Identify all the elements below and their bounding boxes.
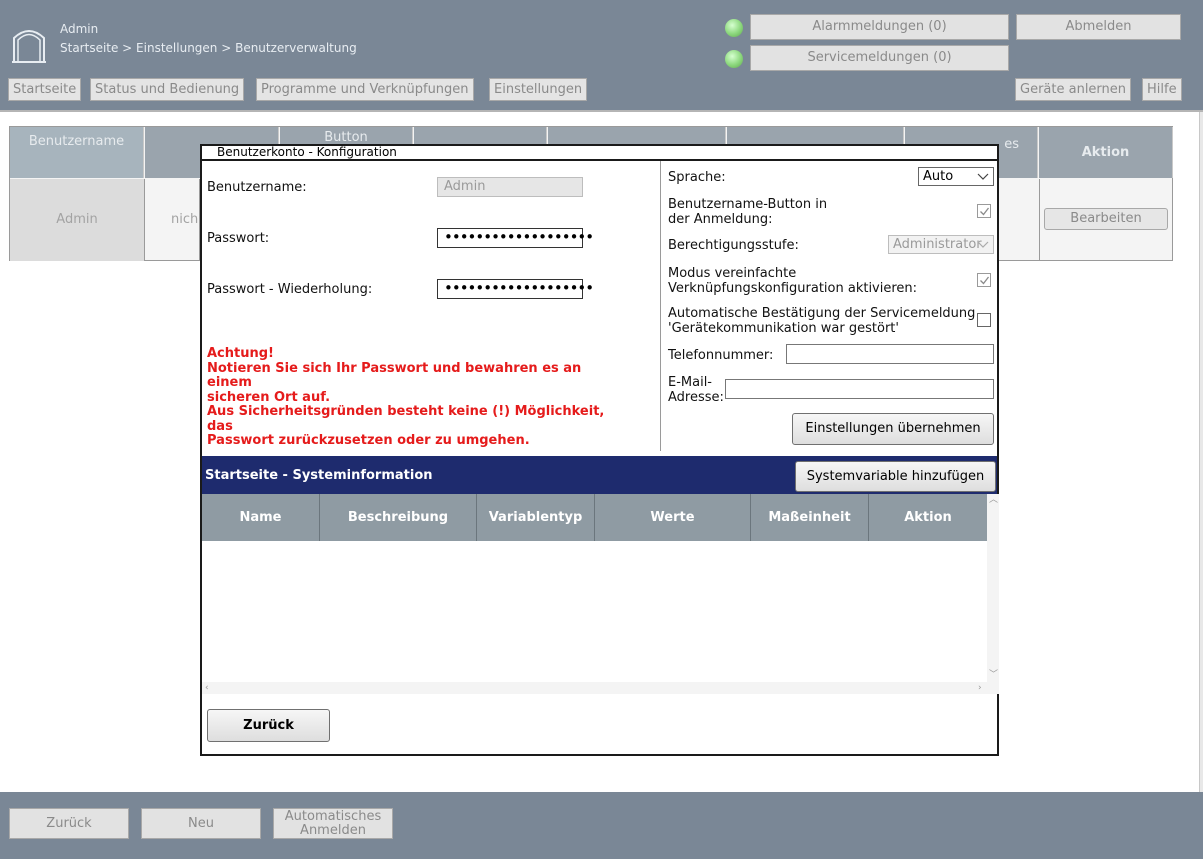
email-label: E-Mail- Adresse:	[668, 375, 724, 405]
service-status-led	[725, 50, 743, 68]
username-button-label: Benutzername-Button in der Anmeldung:	[668, 197, 827, 227]
language-label: Sprache:	[668, 170, 726, 185]
column-values[interactable]: Werte	[595, 494, 751, 541]
column-name[interactable]: Name	[202, 494, 320, 541]
sysinfo-title: Startseite - Systeminformation	[205, 468, 433, 483]
nav-help[interactable]: Hilfe	[1142, 78, 1182, 101]
alarm-status-led	[725, 19, 743, 37]
permission-label: Berechtigungsstufe:	[668, 238, 799, 253]
username-field: Admin	[437, 177, 583, 197]
warning-line: Aus Sicherheitsgründen besteht keine (!)…	[207, 404, 605, 434]
email-label-line: Adresse:	[668, 390, 724, 405]
scroll-right-icon[interactable]: ›	[978, 683, 982, 693]
auto-confirm-label-line: 'Gerätekommunikation war gestört'	[668, 321, 899, 336]
warning-line: sicheren Ort auf.	[207, 389, 331, 405]
simple-mode-label-line: Modus vereinfachte	[668, 266, 797, 281]
nav-einstellungen[interactable]: Einstellungen	[489, 78, 588, 101]
password-repeat-label: Passwort - Wiederholung:	[207, 282, 373, 297]
edit-user-button[interactable]: Bearbeiten	[1044, 208, 1168, 230]
service-messages-button[interactable]: Servicemeldungen (0)	[750, 45, 1009, 71]
password-field[interactable]: •••••••••••••••••••	[437, 228, 594, 248]
check-icon	[980, 276, 990, 285]
nav-programme[interactable]: Programme und Verknüpfungen	[256, 78, 474, 101]
sysvar-grid: Name Beschreibung Variablentyp Werte Maß…	[202, 494, 999, 694]
language-value: Auto	[923, 169, 954, 184]
alarm-messages-button[interactable]: Alarmmeldungen (0)	[750, 14, 1009, 40]
password-repeat-field[interactable]: •••••••••••••••••••	[437, 279, 594, 299]
warning-line: Notieren Sie sich Ihr Passwort und bewah…	[207, 360, 582, 390]
username-button-label-line: der Anmeldung:	[668, 212, 773, 227]
dialog-title: Benutzerkonto - Konfiguration	[202, 146, 997, 161]
user-row-action-divider	[1039, 179, 1040, 261]
user-account-config-dialog: Benutzerkonto - Konfiguration Benutzerna…	[200, 144, 999, 756]
user-table-header-username[interactable]: Benutzername	[10, 127, 144, 178]
current-user: Admin	[60, 22, 99, 36]
user-row-username: Admin	[10, 179, 145, 261]
grid-vertical-scrollbar[interactable]: ︿ ﹀	[987, 494, 999, 694]
auto-confirm-label: Automatische Bestätigung der Servicemeld…	[668, 306, 975, 336]
email-field[interactable]	[725, 379, 994, 399]
check-icon	[980, 207, 990, 216]
password-warning: Achtung! Notieren Sie sich Ihr Passwort …	[207, 346, 627, 449]
username-label: Benutzername:	[207, 180, 307, 195]
simple-mode-label: Modus vereinfachte Verknüpfungskonfigura…	[668, 266, 917, 296]
apply-settings-button[interactable]: Einstellungen übernehmen	[792, 413, 994, 445]
password-label: Passwort:	[207, 231, 270, 246]
scroll-down-icon[interactable]: ﹀	[989, 670, 998, 680]
scroll-left-icon[interactable]: ‹	[205, 683, 209, 693]
nav-learn-devices[interactable]: Geräte anlernen	[1015, 78, 1132, 101]
dialog-back-button[interactable]: Zurück	[207, 709, 330, 742]
header-bar: Admin Startseite > Einstellungen > Benut…	[0, 0, 1203, 112]
sysinfo-bar: Startseite - Systeminformation Systemvar…	[202, 456, 997, 494]
footer-back-button[interactable]: Zurück	[9, 808, 129, 839]
footer-auto-login-button[interactable]: Automatisches Anmelden	[273, 808, 393, 839]
user-row-col2: nich	[145, 179, 200, 261]
nav-startseite[interactable]: Startseite	[8, 78, 82, 101]
breadcrumb: Startseite > Einstellungen > Benutzerver…	[60, 41, 357, 55]
language-select[interactable]: Auto	[918, 167, 994, 186]
nav-status-bedienung[interactable]: Status und Bedienung	[90, 78, 245, 101]
footer-bar: Zurück Neu Automatisches Anmelden	[0, 792, 1203, 859]
house-logo-icon	[12, 30, 46, 63]
grid-horizontal-scrollbar[interactable]: ‹ ›	[202, 682, 987, 694]
username-button-label-line: Benutzername-Button in	[668, 197, 828, 212]
simple-mode-label-line: Verknüpfungskonfiguration aktivieren:	[668, 281, 918, 296]
add-sysvar-button[interactable]: Systemvariable hinzufügen	[795, 461, 996, 492]
column-variable-type[interactable]: Variablentyp	[477, 494, 595, 541]
warning-line: Achtung!	[207, 346, 274, 361]
footer-new-button[interactable]: Neu	[141, 808, 261, 839]
permission-value: Administrator	[893, 237, 982, 252]
warning-line: Passwort zurückzusetzen oder zu umgehen.	[207, 433, 530, 448]
username-button-checkbox[interactable]	[977, 204, 991, 218]
permission-select: Administrator	[888, 235, 994, 254]
simple-mode-checkbox[interactable]	[977, 273, 991, 287]
column-description[interactable]: Beschreibung	[320, 494, 477, 541]
chevron-down-icon	[977, 173, 989, 180]
logout-button[interactable]: Abmelden	[1016, 14, 1181, 40]
page-scrollbar[interactable]	[1199, 112, 1203, 792]
email-label-line: E-Mail-	[668, 375, 713, 390]
chevron-down-icon	[977, 241, 989, 248]
column-action[interactable]: Aktion	[869, 494, 987, 541]
scroll-up-icon[interactable]: ︿	[989, 495, 998, 505]
dialog-divider	[660, 161, 661, 451]
phone-field[interactable]	[786, 344, 994, 364]
column-unit[interactable]: Maßeinheit	[751, 494, 869, 541]
auto-confirm-checkbox[interactable]	[977, 313, 991, 327]
phone-label: Telefonnummer:	[668, 348, 774, 363]
user-table-header-action: Aktion	[1039, 127, 1173, 178]
auto-confirm-label-line: Automatische Bestätigung der Servicemeld…	[668, 306, 976, 321]
